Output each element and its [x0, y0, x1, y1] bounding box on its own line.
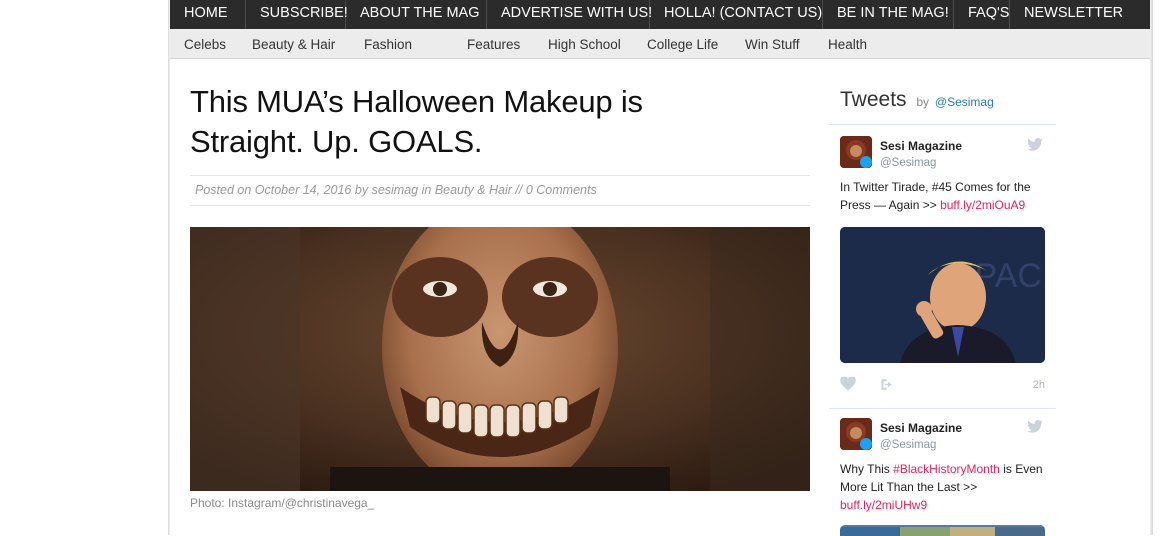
tweet-photo: CPAC	[840, 227, 1045, 363]
tweet-link[interactable]: buff.ly/2miUHw9	[840, 498, 927, 512]
category-fashion[interactable]: Fashion	[364, 29, 412, 59]
tweet-hashtag[interactable]: #BlackHistoryMonth	[893, 462, 1000, 476]
meta-separator: //	[515, 183, 523, 197]
nav-faqs[interactable]: FAQ'S	[954, 0, 1010, 29]
nav-home[interactable]: HOME	[170, 0, 246, 29]
tweet-text: In Twitter Tirade, #45 Comes for the Pre…	[840, 178, 1050, 214]
meta-by: by	[354, 183, 369, 197]
category-beauty-hair[interactable]: Beauty & Hair	[252, 29, 335, 59]
share-icon[interactable]	[880, 378, 896, 391]
category-college-life[interactable]: College Life	[647, 29, 718, 59]
tweet-link[interactable]: buff.ly/2miOuA9	[940, 198, 1025, 212]
avatar-image	[840, 136, 872, 168]
tweet-timestamp[interactable]: 2h	[1033, 379, 1045, 391]
meta-in: in	[421, 183, 432, 197]
tweet-text-body: Why This	[840, 462, 890, 476]
category-win-stuff[interactable]: Win Stuff	[745, 29, 800, 59]
tweet-author-name[interactable]: Sesi Magazine	[880, 421, 962, 435]
nav-newsletter[interactable]: NEWSLETTER	[1010, 0, 1150, 29]
heart-icon[interactable]	[840, 377, 856, 391]
category-features[interactable]: Features	[467, 29, 520, 59]
meta-comments[interactable]: 0 Comments	[526, 183, 597, 197]
hero-image	[190, 227, 810, 491]
post-meta: Posted on October 14, 2016 by sesimag in…	[190, 175, 810, 206]
tweets-by: by	[916, 95, 930, 109]
avatar[interactable]	[840, 418, 872, 450]
article-title-line-1: This MUA’s Halloween Makeup is	[190, 84, 643, 119]
nav-be-in-the-mag[interactable]: BE IN THE MAG!	[823, 0, 954, 29]
category-health[interactable]: Health	[828, 29, 867, 59]
meta-category[interactable]: Beauty & Hair	[435, 183, 512, 197]
article-title-line-2: Straight. Up. GOALS.	[190, 124, 483, 159]
page-border-left	[168, 0, 170, 535]
skull-makeup-photo	[190, 227, 810, 491]
page-border-right	[1150, 0, 1153, 535]
tweets-heading: Tweets by @Sesimag	[840, 88, 994, 112]
tweets-title: Tweets	[840, 88, 907, 111]
category-celebs[interactable]: Celebs	[184, 29, 226, 59]
nav-advertise[interactable]: ADVERTISE WITH US!	[487, 0, 652, 29]
avatar[interactable]	[840, 136, 872, 168]
tweet-media[interactable]	[840, 525, 1045, 536]
nav-contact[interactable]: HOLLA! (CONTACT US)	[650, 0, 823, 29]
category-high-school[interactable]: High School	[548, 29, 621, 59]
tweet-item: Sesi Magazine @Sesimag Why This #BlackHi…	[829, 409, 1056, 536]
tweet-item: Sesi Magazine @Sesimag In Twitter Tirade…	[829, 125, 1056, 408]
twitter-bird-icon[interactable]	[1027, 138, 1043, 151]
article-title: This MUA’s Halloween Makeup is Straight.…	[190, 82, 790, 162]
tweet-actions: 2h	[840, 377, 1045, 393]
tweets-handle-link[interactable]: @Sesimag	[935, 95, 994, 109]
meta-author[interactable]: sesimag	[372, 183, 419, 197]
meta-posted-on: Posted on	[195, 183, 252, 197]
nav-about-the-mag[interactable]: ABOUT THE MAG	[346, 0, 487, 29]
photo-caption: Photo: Instagram/@christinavega_	[190, 496, 375, 510]
avatar-image	[840, 418, 872, 450]
meta-date[interactable]: October 14, 2016	[255, 183, 352, 197]
category-nav: Celebs Beauty & Hair Fashion Features Hi…	[170, 29, 1150, 59]
nav-subscribe[interactable]: SUBSCRIBE!	[246, 0, 348, 29]
tweet-author-handle[interactable]: @Sesimag	[880, 157, 936, 169]
twitter-feed: Sesi Magazine @Sesimag In Twitter Tirade…	[829, 124, 1056, 536]
main-nav: HOME SUBSCRIBE! ABOUT THE MAG ADVERTISE …	[170, 0, 1150, 29]
tweet-text: Why This #BlackHistoryMonth is Even More…	[840, 460, 1050, 514]
tweet-author-name[interactable]: Sesi Magazine	[880, 139, 962, 153]
tweet-media[interactable]: CPAC	[840, 227, 1045, 363]
twitter-bird-icon[interactable]	[1027, 420, 1043, 433]
tweet-author-handle[interactable]: @Sesimag	[880, 439, 936, 451]
